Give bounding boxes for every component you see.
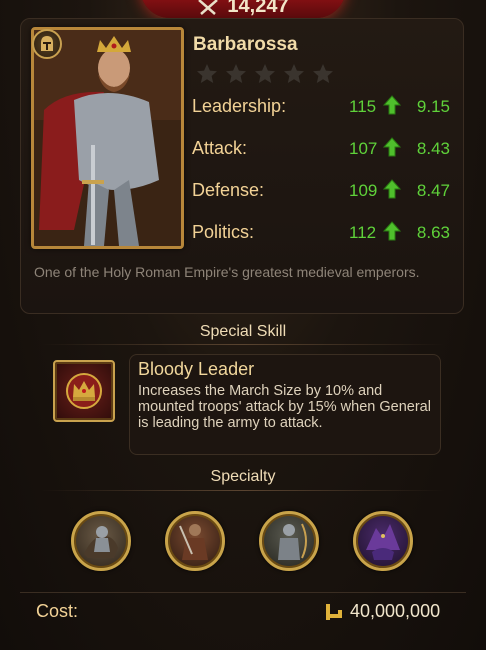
specialty-title: Specialty — [210, 468, 276, 485]
stat-base-value: 109 — [349, 181, 378, 200]
special-skill-title: Special Skill — [199, 323, 287, 340]
gold-key-icon — [326, 604, 342, 620]
up-arrow-icon — [383, 137, 401, 157]
dragon-medal-icon[interactable] — [353, 511, 413, 571]
star-rating — [194, 62, 336, 86]
section-divider — [40, 490, 446, 491]
crossed-swords-icon — [197, 0, 219, 16]
section-divider — [40, 344, 446, 345]
cost-value: 40,000,000 — [350, 601, 441, 621]
star-empty-icon — [255, 64, 275, 83]
stat-label: Politics: — [192, 222, 255, 242]
general-portrait[interactable] — [31, 27, 184, 249]
stat-growth-value: 8.43 — [416, 139, 450, 158]
stat-base-value: 115 — [349, 97, 377, 116]
skill-name: Bloody Leader — [138, 359, 255, 379]
stat-growth-value: 9.15 — [416, 97, 450, 116]
infantry-medal-icon[interactable] — [165, 511, 225, 571]
power-value: 14,247 — [227, 0, 289, 17]
stat-label: Defense: — [192, 180, 265, 200]
stat-growth-value: 8.63 — [416, 223, 450, 242]
star-empty-icon — [226, 64, 246, 83]
power-banner: 14,247 — [140, 0, 346, 18]
skill-description: Increases the March Size by 10% and moun… — [138, 383, 431, 431]
star-empty-icon — [197, 64, 217, 83]
crown-icon[interactable] — [53, 360, 115, 422]
stat-label: Attack: — [192, 138, 248, 158]
archer-medal-icon[interactable] — [259, 511, 319, 571]
stat-row-defense: Defense: 109 8.47 — [192, 179, 454, 204]
general-name: Barbarossa — [193, 34, 298, 55]
cost-divider — [20, 592, 466, 593]
star-empty-icon — [284, 64, 304, 83]
up-arrow-icon — [383, 221, 401, 241]
star-empty-icon — [313, 64, 333, 83]
cavalry-medal-icon[interactable] — [71, 511, 131, 571]
cost-label: Cost: — [36, 601, 79, 621]
stat-row-politics: Politics: 112 8.63 — [192, 221, 454, 246]
stat-growth-value: 8.47 — [416, 181, 450, 200]
stat-base-value: 107 — [349, 139, 378, 158]
helmet-icon — [32, 29, 62, 59]
stat-row-attack: Attack: 107 8.43 — [192, 137, 454, 162]
up-arrow-icon — [383, 179, 401, 199]
stat-row-leadership: Leadership: 115 9.15 — [192, 95, 454, 120]
stat-base-value: 112 — [349, 223, 377, 242]
stat-label: Leadership: — [192, 96, 287, 116]
up-arrow-icon — [383, 95, 401, 115]
general-bio: One of the Holy Roman Empire's greatest … — [34, 264, 420, 280]
